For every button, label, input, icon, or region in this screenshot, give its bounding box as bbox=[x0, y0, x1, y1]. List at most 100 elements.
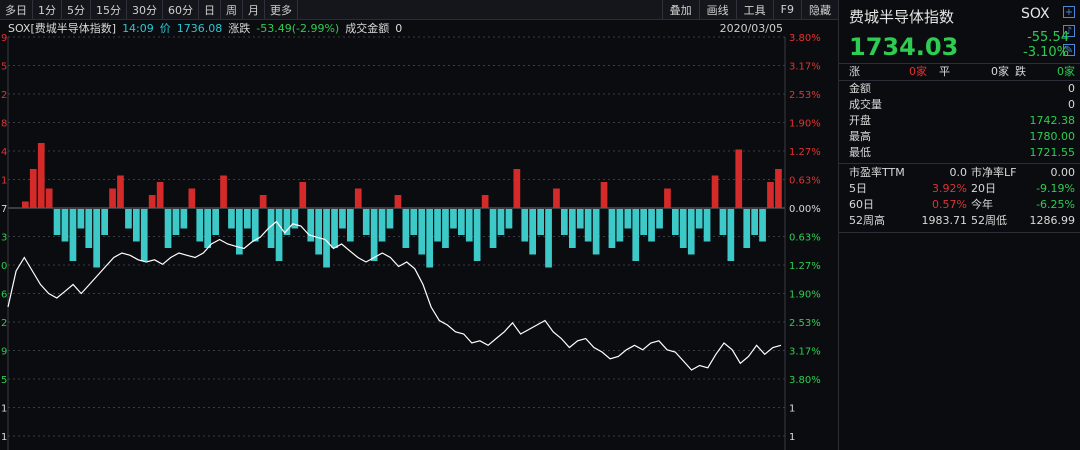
right-axis-tick: 3.17% bbox=[789, 347, 821, 358]
volume-bar bbox=[553, 188, 560, 208]
left-axis-tick: 1 bbox=[1, 432, 7, 443]
right-axis-ticks: 3.80% 3.17% 2.53% 1.90% 1.27% 0.63% 0.00% 0.63%… bbox=[789, 33, 821, 443]
stat-row: 开盘 1742.38 bbox=[849, 114, 1075, 127]
left-axis-ticks: 9 5 2 8 4 1 7 3 0 6 2 9 5 1 1 bbox=[1, 33, 7, 443]
left-axis-tick: 5 bbox=[1, 375, 7, 386]
right-axis-tick: 1 bbox=[789, 404, 795, 415]
volume-bar bbox=[212, 209, 219, 235]
volume-bar bbox=[719, 209, 727, 235]
right-axis-tick: 1.27% bbox=[789, 261, 821, 272]
volume-bar bbox=[180, 209, 188, 229]
volume-bar bbox=[37, 143, 45, 208]
volume-bar bbox=[53, 209, 61, 235]
stat-row: 成交量 0 bbox=[849, 98, 1075, 111]
volume-bar bbox=[410, 209, 418, 235]
volume-bar bbox=[624, 209, 632, 229]
ratio-row: 52周高 1983.71 52周低 1286.99 bbox=[849, 214, 1075, 227]
volume-bar bbox=[735, 149, 743, 208]
volume-bar bbox=[69, 209, 77, 261]
right-axis-tick: 3.80% bbox=[789, 375, 821, 386]
volume-bar bbox=[640, 209, 647, 235]
volume-bar bbox=[45, 188, 53, 208]
volume-bar bbox=[616, 209, 624, 242]
right-axis-tick: 3.17% bbox=[789, 62, 821, 73]
volume-bar bbox=[228, 209, 235, 229]
volume-bar bbox=[101, 209, 108, 235]
volume-bar bbox=[561, 209, 568, 235]
volume-bar bbox=[672, 209, 679, 235]
volume-bar bbox=[751, 209, 758, 235]
right-axis-tick: 3.80% bbox=[789, 33, 821, 44]
left-axis-tick: 9 bbox=[1, 347, 7, 358]
volume-bar bbox=[465, 209, 473, 242]
flat-count: 0家 bbox=[991, 65, 1009, 78]
up-count: 0家 bbox=[909, 65, 927, 78]
volume-bar bbox=[378, 209, 386, 242]
right-axis-tick: 1.27% bbox=[789, 147, 821, 158]
volume-bar bbox=[315, 209, 322, 255]
volume-bar bbox=[513, 169, 521, 208]
volume-bar bbox=[576, 209, 584, 229]
volume-bar bbox=[537, 209, 544, 235]
volume-bar bbox=[77, 209, 85, 229]
intraday-chart[interactable]: 9 5 2 8 4 1 7 3 0 6 2 9 5 1 1 3.80% 3.17% 2.53% 1.90% 1.27… bbox=[0, 0, 838, 450]
volume-bar bbox=[125, 209, 132, 229]
volume-bar bbox=[22, 201, 29, 208]
right-axis-tick: 1 bbox=[789, 432, 795, 443]
volume-bar bbox=[251, 209, 259, 242]
down-label: 跌 bbox=[1015, 65, 1026, 78]
quote-panel: 费城半导体指数 SOX + ♪ ✎ 1734.03 -55.54 -3.10% … bbox=[838, 0, 1080, 450]
volume-bar bbox=[331, 209, 338, 248]
volume-bar bbox=[172, 209, 180, 235]
ratio-row: 60日 0.57% 今年 -6.25% bbox=[849, 198, 1075, 211]
index-code: SOX bbox=[1021, 6, 1050, 22]
ratio-row: 市盈率TTM 0.0 市净率LF 0.00 bbox=[849, 166, 1075, 179]
volume-bar bbox=[85, 209, 93, 248]
volume-bar bbox=[505, 209, 513, 229]
volume-bar bbox=[93, 209, 100, 268]
volume-bar bbox=[140, 209, 148, 261]
volume-bar bbox=[584, 209, 592, 242]
down-count: 0家 bbox=[1057, 65, 1075, 78]
volume-bar bbox=[196, 209, 204, 242]
volume-bar bbox=[489, 209, 497, 248]
volume-bar bbox=[362, 209, 370, 235]
volume-bar bbox=[109, 188, 116, 208]
volume-bar bbox=[458, 209, 465, 235]
right-axis-tick: 1.90% bbox=[789, 119, 821, 130]
volume-bar bbox=[711, 175, 719, 208]
volume-bar bbox=[402, 209, 410, 248]
left-axis-tick: 5 bbox=[1, 62, 7, 73]
volume-bar bbox=[497, 209, 505, 235]
left-axis-tick: 1 bbox=[1, 404, 7, 415]
left-axis-tick: 6 bbox=[1, 290, 7, 301]
volume-bar bbox=[545, 209, 552, 268]
left-axis-tick: 0 bbox=[1, 261, 7, 272]
volume-bar bbox=[632, 209, 640, 261]
left-axis-tick: 4 bbox=[1, 147, 7, 158]
left-axis-tick: 9 bbox=[1, 33, 7, 44]
breadth-row: 涨 0家 平 0家 跌 0家 bbox=[849, 64, 1075, 80]
left-axis-tick: 3 bbox=[1, 233, 7, 244]
volume-bar bbox=[529, 209, 536, 255]
chart-grid bbox=[7, 36, 786, 450]
plus-icon[interactable]: + bbox=[1063, 6, 1075, 18]
price-change: -55.54 bbox=[1027, 30, 1069, 45]
volume-bar bbox=[767, 182, 774, 208]
right-axis-tick: 0.63% bbox=[789, 233, 821, 244]
volume-bar bbox=[608, 209, 616, 248]
volume-bars bbox=[22, 143, 782, 268]
last-price: 1734.03 bbox=[849, 33, 959, 61]
volume-bar bbox=[354, 188, 362, 208]
volume-bar bbox=[521, 209, 529, 242]
volume-bar bbox=[323, 209, 330, 268]
ratio-row: 5日 3.92% 20日 -9.19% bbox=[849, 182, 1075, 195]
right-axis-tick: 2.53% bbox=[789, 90, 821, 101]
volume-bar bbox=[450, 209, 457, 229]
volume-bar bbox=[347, 209, 354, 242]
volume-bar bbox=[148, 195, 156, 208]
index-title: 费城半导体指数 bbox=[849, 8, 955, 26]
volume-bar bbox=[592, 209, 600, 255]
volume-bar bbox=[133, 209, 140, 242]
volume-bar bbox=[117, 175, 124, 208]
